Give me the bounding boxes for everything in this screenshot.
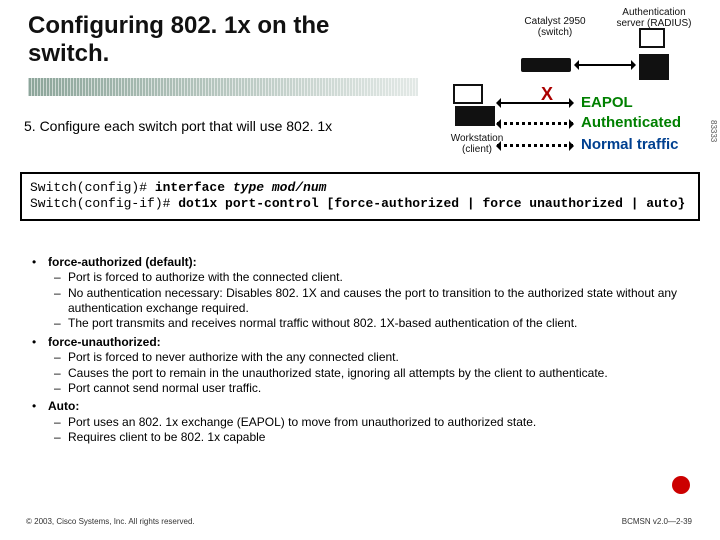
sub-item: Port uses an 802. 1x exchange (EAPOL) to…	[22, 415, 704, 430]
step-text: 5. Configure each switch port that will …	[24, 118, 404, 135]
switch-icon	[521, 58, 571, 72]
item-head: force-unauthorized:	[48, 335, 161, 349]
slide-title: Configuring 802. 1x on the switch.	[28, 12, 348, 67]
workstation-monitor-icon	[453, 84, 483, 104]
item-auto: Auto:	[22, 399, 704, 414]
red-dot-icon	[672, 476, 690, 494]
item-head: Auto:	[48, 399, 79, 413]
server-monitor-icon	[639, 28, 665, 48]
switch-label: Catalyst 2950 (switch)	[510, 16, 600, 38]
sub-item: Requires client to be 802. 1x capable	[22, 430, 704, 445]
sub-item: Port is forced to never authorize with t…	[22, 350, 704, 365]
server-icon	[639, 54, 669, 80]
workstation-icon	[455, 106, 495, 126]
arrow-auth	[497, 122, 573, 125]
code-arg-1: type mod/num	[233, 180, 327, 195]
arrow-eapol	[497, 102, 573, 104]
eapol-label: EAPOL	[581, 94, 633, 111]
server-label: Authentication server (RADIUS)	[609, 8, 699, 29]
x-mark-icon: X	[541, 84, 553, 105]
diagram-id: 83333	[709, 120, 718, 142]
code-cmd-1: interface	[155, 180, 233, 195]
slide: Configuring 802. 1x on the switch. Catal…	[0, 0, 720, 540]
item-force-unauthorized: force-unauthorized:	[22, 335, 704, 350]
normal-traffic-label: Normal traffic	[581, 136, 679, 153]
item-force-authorized: force-authorized (default):	[22, 255, 704, 270]
network-diagram: Catalyst 2950 (switch) Authentication se…	[425, 6, 705, 166]
sub-item: The port transmits and receives normal t…	[22, 316, 704, 331]
code-line-2: Switch(config-if)# dot1x port-control [f…	[30, 196, 690, 212]
code-box: Switch(config)# interface type mod/num S…	[20, 172, 700, 221]
arrow-normal	[497, 144, 573, 147]
footer-slide-number: BCMSN v2.0—2-39	[622, 517, 692, 526]
code-prompt-2: Switch(config-if)#	[30, 196, 178, 211]
code-line-1: Switch(config)# interface type mod/num	[30, 180, 690, 196]
sub-item: No authentication necessary: Disables 80…	[22, 286, 704, 317]
footer-copyright: © 2003, Cisco Systems, Inc. All rights r…	[26, 517, 195, 526]
code-prompt-1: Switch(config)#	[30, 180, 155, 195]
code-cmd-2: dot1x port-control [force-authorized | f…	[178, 196, 685, 211]
item-head: force-authorized (default):	[48, 255, 197, 269]
sub-item: Port is forced to authorize with the con…	[22, 270, 704, 285]
bullet-list: force-authorized (default): Port is forc…	[22, 252, 704, 445]
sub-item: Port cannot send normal user traffic.	[22, 381, 704, 396]
arrow-switch-server	[575, 64, 635, 66]
accent-bar	[28, 78, 418, 96]
sub-item: Causes the port to remain in the unautho…	[22, 366, 704, 381]
authenticated-label: Authenticated	[581, 114, 681, 131]
